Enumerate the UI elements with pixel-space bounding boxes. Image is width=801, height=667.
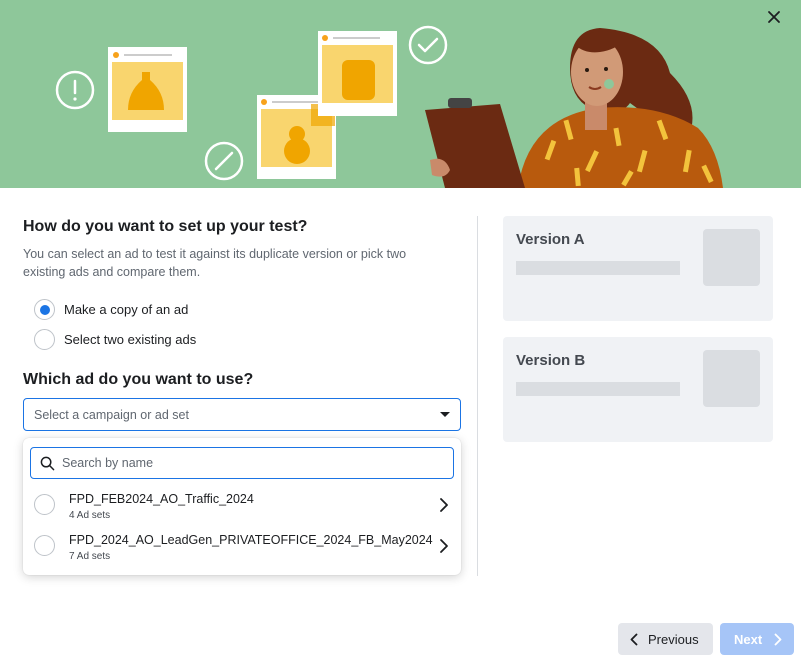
- search-box[interactable]: [30, 447, 454, 479]
- radio-unselected-icon[interactable]: [34, 329, 55, 350]
- campaign-adset-count: 7 Ad sets: [69, 551, 111, 562]
- list-item-campaign[interactable]: FPD_2024_AO_LeadGen_PRIVATEOFFICE_2024_F…: [23, 533, 461, 575]
- radio-unselected-icon[interactable]: [34, 535, 55, 556]
- version-a-card: Version A: [503, 216, 773, 321]
- campaign-name: FPD_2024_AO_LeadGen_PRIVATEOFFICE_2024_F…: [69, 533, 433, 547]
- version-a-title: Version A: [516, 231, 585, 248]
- placeholder-thumbnail: [703, 229, 760, 286]
- next-label: Next: [734, 631, 763, 647]
- campaign-dropdown: FPD_FEB2024_AO_Traffic_2024 4 Ad sets FP…: [23, 438, 461, 575]
- search-input[interactable]: [62, 456, 432, 470]
- campaign-adset-count: 4 Ad sets: [69, 510, 111, 521]
- version-b-title: Version B: [516, 352, 586, 369]
- ab-test-dialog: How do you want to set up your test? You…: [0, 0, 801, 667]
- placeholder-bar: [516, 382, 680, 396]
- ad-question: Which ad do you want to use?: [23, 371, 254, 388]
- version-b-card: Version B: [503, 337, 773, 442]
- campaign-select-placeholder: Select a campaign or ad set: [34, 407, 189, 422]
- dialog-body: How do you want to set up your test? You…: [0, 188, 801, 667]
- ad-card-jar: [318, 31, 397, 116]
- list-item-campaign[interactable]: FPD_FEB2024_AO_Traffic_2024 4 Ad sets: [23, 492, 461, 534]
- column-divider: [477, 216, 478, 576]
- check-circle-icon: [408, 25, 448, 65]
- option-label: Select two existing ads: [64, 332, 197, 347]
- previous-button[interactable]: Previous: [618, 623, 713, 655]
- hero-illustration: [0, 0, 801, 188]
- chevron-right-icon[interactable]: [439, 538, 449, 554]
- option-select-two[interactable]: Select two existing ads: [34, 329, 196, 350]
- next-button[interactable]: Next: [720, 623, 794, 655]
- disabled-circle-icon: [204, 141, 244, 181]
- campaign-select[interactable]: Select a campaign or ad set: [23, 398, 461, 431]
- placeholder-bar: [516, 261, 680, 275]
- close-button[interactable]: [767, 10, 791, 34]
- placeholder-thumbnail: [703, 350, 760, 407]
- radio-selected-icon[interactable]: [34, 299, 55, 320]
- caret-down-icon: [440, 412, 450, 417]
- previous-label: Previous: [648, 631, 699, 647]
- setup-question: How do you want to set up your test?: [23, 218, 308, 235]
- ad-card-vase: [108, 47, 187, 132]
- option-make-copy[interactable]: Make a copy of an ad: [34, 299, 188, 320]
- setup-description: You can select an ad to test it against …: [23, 247, 407, 279]
- chevron-right-icon[interactable]: [439, 497, 449, 513]
- hero-artwork: [55, 25, 723, 188]
- campaign-name: FPD_FEB2024_AO_Traffic_2024: [69, 492, 254, 506]
- alert-circle-icon: [55, 70, 95, 110]
- person-with-clipboard: [425, 28, 723, 188]
- chevron-left-icon: [630, 633, 638, 645]
- search-icon: [40, 456, 55, 470]
- close-icon: [768, 11, 780, 23]
- option-label: Make a copy of an ad: [64, 302, 189, 317]
- radio-unselected-icon[interactable]: [34, 494, 55, 515]
- chevron-right-icon: [774, 633, 782, 645]
